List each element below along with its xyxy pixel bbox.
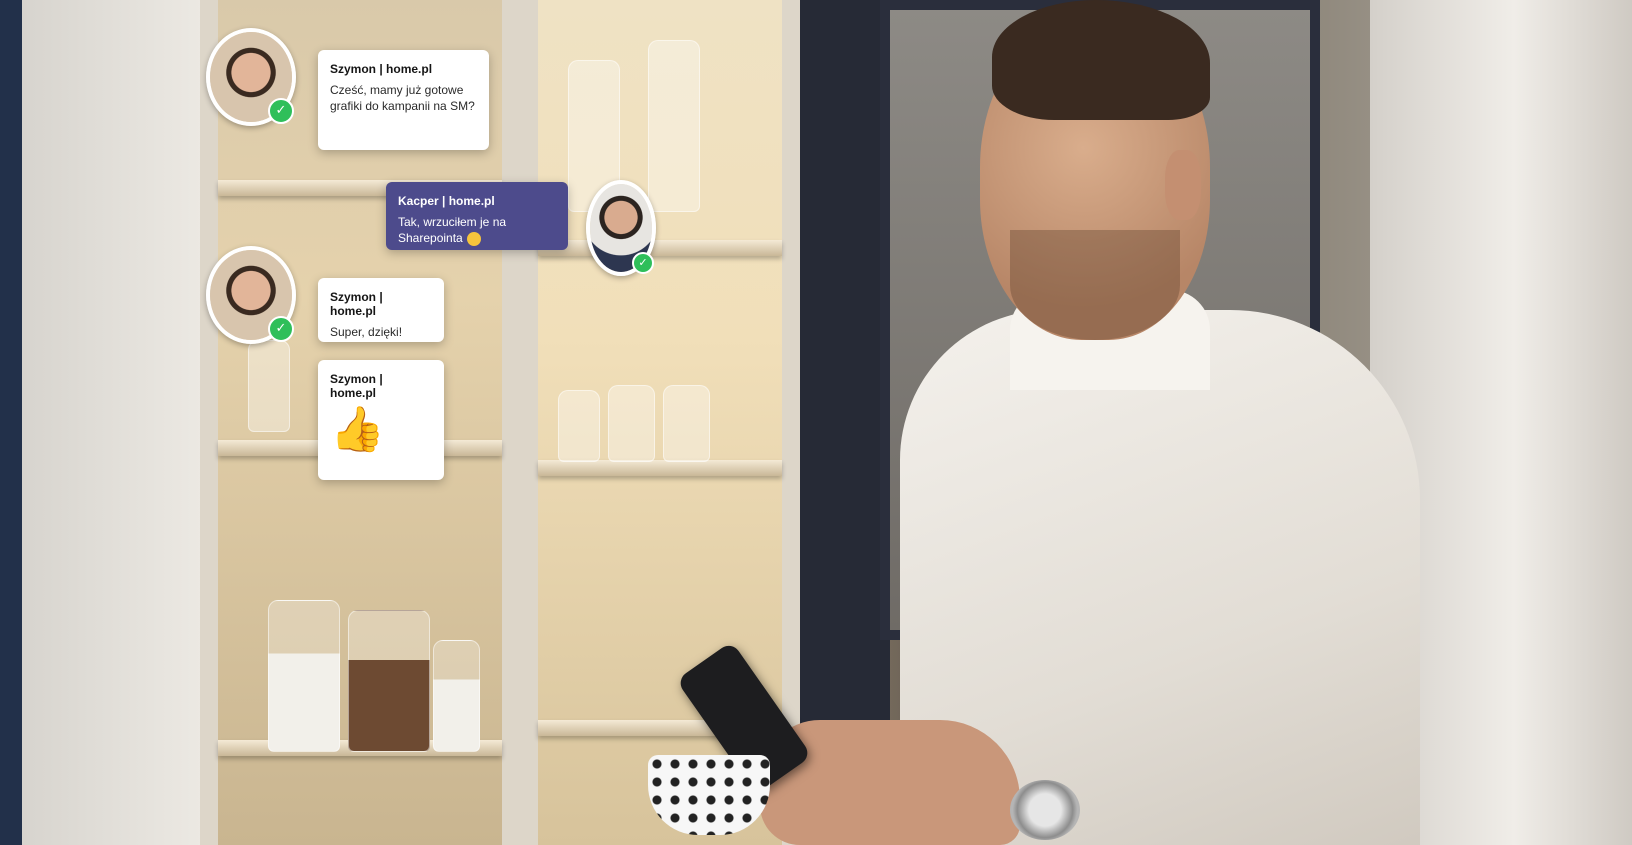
message-text: Tak, wrzuciłem je na Sharepointa (398, 214, 556, 246)
check-icon: ✓ (268, 98, 294, 124)
check-icon: ✓ (632, 252, 654, 274)
wall (0, 0, 22, 845)
smile-emoji-icon (466, 231, 481, 246)
cabinet-side-panel (22, 0, 202, 845)
man-in-white-shirt (860, 0, 1420, 845)
message-sender: Szymon | home.pl (330, 290, 383, 318)
message-sender: Szymon | home.pl (330, 62, 433, 76)
avatar-szymon[interactable]: ✓ (206, 28, 296, 126)
message-text: Cześć, mamy już gotowe grafiki do kampan… (330, 83, 475, 113)
jar (248, 340, 290, 432)
message-sender: Szymon | home.pl (330, 372, 383, 400)
jar (433, 640, 480, 752)
jar (558, 390, 600, 462)
jar (348, 610, 430, 752)
thumbs-up-emoji-icon: 👍 (330, 404, 385, 455)
jar (608, 385, 655, 462)
polka-dot-cup (648, 755, 770, 835)
avatar-kacper[interactable]: ✓ (586, 180, 656, 276)
message-bubble[interactable]: Szymon | home.pl Cześć, mamy już gotowe … (318, 50, 489, 150)
check-icon: ✓ (268, 316, 294, 342)
hair (992, 0, 1210, 120)
background-photo (0, 0, 1632, 845)
jar (663, 385, 710, 462)
jar (268, 600, 340, 752)
message-text-content: Tak, wrzuciłem je na Sharepointa (398, 215, 507, 245)
shelf (538, 240, 782, 256)
message-bubble[interactable]: Szymon | home.pl 👍 (318, 360, 444, 480)
message-text: Super, dzięki! (330, 325, 403, 339)
beard (1010, 230, 1180, 340)
message-sender: Kacper | home.pl (398, 194, 495, 208)
message-bubble-outgoing[interactable]: Kacper | home.pl Tak, wrzuciłem je na Sh… (386, 182, 568, 250)
ear (1165, 150, 1201, 220)
message-bubble[interactable]: Szymon | home.pl Super, dzięki! (318, 278, 444, 342)
avatar-szymon[interactable]: ✓ (206, 246, 296, 344)
glass (648, 40, 700, 212)
shelf (538, 460, 782, 476)
wristwatch (1010, 780, 1080, 840)
